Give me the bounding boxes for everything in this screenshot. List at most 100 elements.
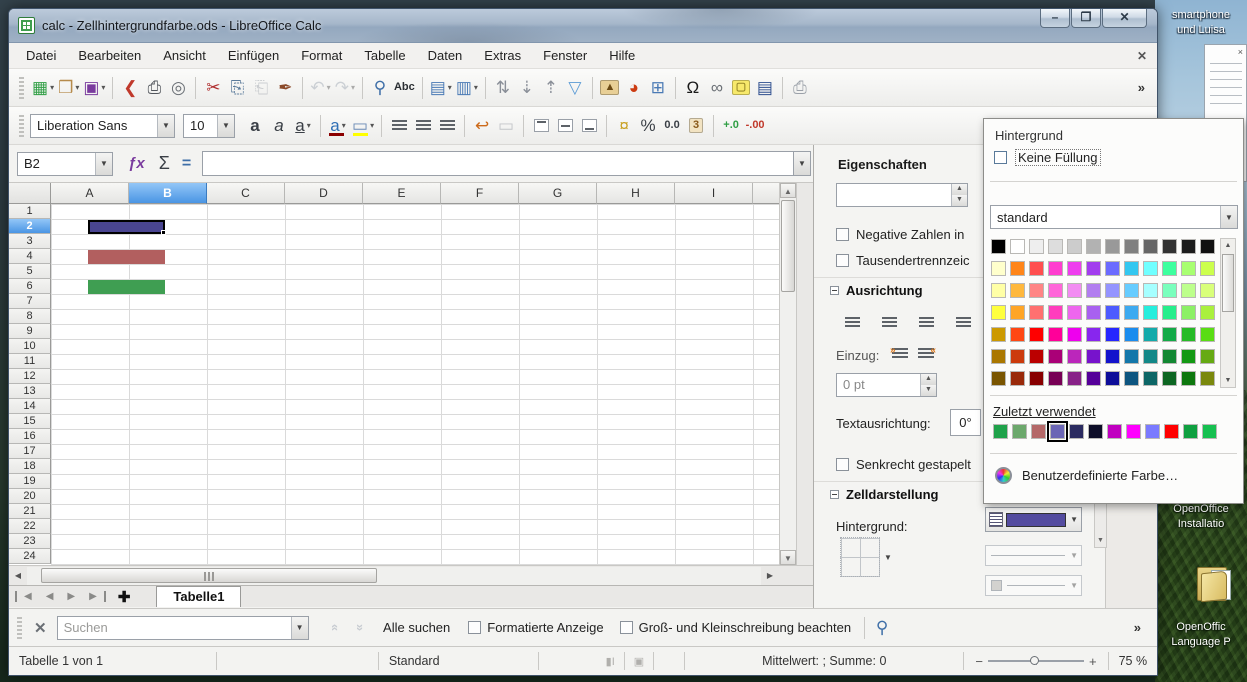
recent-color-swatch[interactable]: [1183, 424, 1198, 439]
decrease-indent-icon[interactable]: [918, 348, 934, 360]
zoom-in-icon[interactable]: +: [1084, 654, 1102, 669]
column-header-e[interactable]: E: [363, 183, 441, 204]
palette-swatch[interactable]: [1162, 349, 1177, 364]
palette-swatch[interactable]: [1086, 371, 1101, 386]
next-sheet-icon[interactable]: ▶: [60, 591, 82, 602]
palette-swatch[interactable]: [991, 239, 1006, 254]
page-style[interactable]: Standard: [379, 654, 538, 668]
palette-swatch[interactable]: [1048, 371, 1063, 386]
function-wizard-icon[interactable]: ƒx: [128, 155, 145, 172]
palette-swatch[interactable]: [991, 261, 1006, 276]
menu-daten[interactable]: Daten: [417, 44, 474, 67]
palette-swatch[interactable]: [1067, 239, 1082, 254]
insert-mode-icon[interactable]: ▮I: [597, 655, 624, 668]
palette-swatch[interactable]: [1124, 239, 1139, 254]
palette-swatch[interactable]: [1124, 283, 1139, 298]
paste-button[interactable]: ⎗: [249, 75, 273, 101]
recent-color-swatch[interactable]: [1202, 424, 1217, 439]
chevron-down-icon[interactable]: ▾: [370, 121, 374, 130]
cell-appearance-section-header[interactable]: Zelldarstellung: [830, 487, 938, 502]
formatted-display-checkbox[interactable]: Formatierte Anzeige: [468, 620, 603, 635]
recent-color-swatch[interactable]: [1069, 424, 1084, 439]
insert-column-button[interactable]: ▥▾: [454, 75, 480, 101]
checkbox-icon[interactable]: [836, 458, 849, 471]
palette-swatch[interactable]: [1029, 349, 1044, 364]
checkbox-icon[interactable]: [468, 621, 481, 634]
collapse-icon[interactable]: [830, 286, 839, 295]
menu-bearbeiten[interactable]: Bearbeiten: [67, 44, 152, 67]
bold-button[interactable]: a: [243, 113, 267, 139]
palette-swatch[interactable]: [1105, 239, 1120, 254]
row-header-9[interactable]: 9: [9, 324, 51, 339]
palette-swatch[interactable]: [1010, 327, 1025, 342]
open-folder-button[interactable]: ❒▾: [56, 75, 81, 101]
palette-swatch[interactable]: [1010, 239, 1025, 254]
negative-numbers-red-checkbox[interactable]: Negative Zahlen in: [836, 227, 994, 242]
spin-up-icon[interactable]: ▲: [921, 374, 936, 385]
palette-swatch[interactable]: [1029, 283, 1044, 298]
selection-mode-icon[interactable]: ▣: [625, 655, 653, 668]
export-pdf-button[interactable]: ❮: [118, 75, 142, 101]
no-fill-swatch[interactable]: [994, 151, 1007, 164]
increase-indent-icon[interactable]: [892, 348, 908, 360]
alignment-section-header[interactable]: Ausrichtung: [830, 283, 923, 298]
palette-swatch[interactable]: [1143, 305, 1158, 320]
align-center-button[interactable]: [411, 113, 435, 139]
chevron-down-icon[interactable]: ▾: [448, 83, 452, 92]
recent-color-swatch[interactable]: [1050, 424, 1065, 439]
palette-swatch[interactable]: [1010, 283, 1025, 298]
copy-button[interactable]: ⎘: [225, 75, 249, 101]
palette-swatch[interactable]: [1010, 349, 1025, 364]
palette-swatch[interactable]: [1162, 261, 1177, 276]
sort-ascending-button[interactable]: ⇡: [539, 75, 563, 101]
chevron-down-icon[interactable]: ▾: [342, 121, 346, 130]
palette-swatch[interactable]: [1181, 305, 1196, 320]
palette-swatch[interactable]: [1105, 305, 1120, 320]
checkbox-icon[interactable]: [620, 621, 633, 634]
checkbox-icon[interactable]: [836, 228, 849, 241]
palette-swatch[interactable]: [1162, 239, 1177, 254]
palette-swatch[interactable]: [1048, 305, 1063, 320]
clone-formatting-button[interactable]: ✒: [273, 75, 297, 101]
align-justified-button[interactable]: [951, 309, 975, 335]
recent-color-swatch[interactable]: [1145, 424, 1160, 439]
find-replace-button[interactable]: ⚲: [368, 75, 392, 101]
row-header-21[interactable]: 21: [9, 504, 51, 519]
spin-up-icon[interactable]: ▲: [952, 184, 967, 195]
palette-swatch[interactable]: [1181, 327, 1196, 342]
chevron-down-icon[interactable]: ▼: [884, 553, 892, 562]
palette-swatch[interactable]: [1143, 327, 1158, 342]
chevron-down-icon[interactable]: ▼: [95, 153, 112, 175]
column-header-c[interactable]: C: [207, 183, 285, 204]
palette-swatch[interactable]: [1048, 327, 1063, 342]
palette-swatch[interactable]: [1048, 239, 1063, 254]
date-format-button[interactable]: 3: [684, 113, 708, 139]
scroll-up-icon[interactable]: ▲: [1221, 239, 1235, 252]
zoom-slider-thumb[interactable]: [1030, 656, 1039, 665]
palette-swatch[interactable]: [1067, 261, 1082, 276]
palette-swatch[interactable]: [1067, 327, 1082, 342]
indent-spinner[interactable]: 0 pt ▲▼: [836, 373, 937, 397]
row-header-13[interactable]: 13: [9, 384, 51, 399]
row-header-3[interactable]: 3: [9, 234, 51, 249]
palette-swatch[interactable]: [1181, 371, 1196, 386]
row-header-7[interactable]: 7: [9, 294, 51, 309]
sheet-tab-tabelle1[interactable]: Tabelle1: [156, 586, 241, 607]
chevron-down-icon[interactable]: ▾: [327, 83, 331, 92]
row-header-18[interactable]: 18: [9, 459, 51, 474]
toolbar-overflow-icon[interactable]: »: [1134, 620, 1141, 635]
palette-swatch[interactable]: [1181, 283, 1196, 298]
cell-b2[interactable]: [88, 220, 165, 234]
toolbar-overflow-icon[interactable]: »: [1138, 80, 1145, 95]
first-sheet-icon[interactable]: ◀: [15, 591, 39, 602]
palette-swatch[interactable]: [1067, 305, 1082, 320]
palette-swatch[interactable]: [991, 305, 1006, 320]
palette-swatch[interactable]: [1105, 327, 1120, 342]
insert-image-button[interactable]: ▲: [598, 75, 622, 101]
row-header-4[interactable]: 4: [9, 249, 51, 264]
last-sheet-icon[interactable]: ▶: [82, 591, 106, 602]
align-bottom-button[interactable]: [577, 113, 601, 139]
palette-swatch[interactable]: [1181, 239, 1196, 254]
cell-area[interactable]: [51, 204, 779, 565]
palette-swatch[interactable]: [1029, 305, 1044, 320]
